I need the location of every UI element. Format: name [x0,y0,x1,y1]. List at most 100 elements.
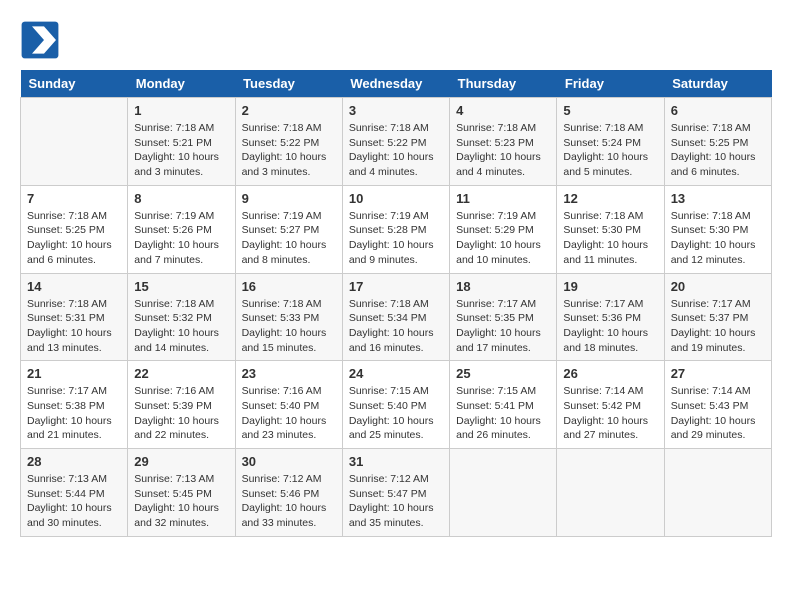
day-info: Sunrise: 7:19 AM Sunset: 5:28 PM Dayligh… [349,209,443,268]
day-number: 24 [349,366,443,381]
calendar-cell: 23 Sunrise: 7:16 AM Sunset: 5:40 PM Dayli… [235,361,342,449]
day-number: 14 [27,279,121,294]
week-row-1: 1 Sunrise: 7:18 AM Sunset: 5:21 PM Daylig… [21,98,772,186]
day-number: 25 [456,366,550,381]
calendar-cell: 5Sunrise: 7:18 AM Sunset: 5:24 PM Daylig… [557,98,664,186]
calendar-cell: 18Sunrise: 7:17 AM Sunset: 5:35 PM Dayli… [450,273,557,361]
calendar-cell: 25Sunrise: 7:15 AM Sunset: 5:41 PM Dayli… [450,361,557,449]
calendar-cell: 3 Sunrise: 7:18 AM Sunset: 5:22 PM Daylig… [342,98,449,186]
day-number: 30 [242,454,336,469]
day-info: Sunrise: 7:18 AM Sunset: 5:34 PM Dayligh… [349,297,443,356]
day-number: 8 [134,191,228,206]
calendar-cell: 2 Sunrise: 7:18 AM Sunset: 5:22 PM Daylig… [235,98,342,186]
calendar-cell: 22 Sunrise: 7:16 AM Sunset: 5:39 PM Dayli… [128,361,235,449]
week-row-5: 28 Sunrise: 7:13 AM Sunset: 5:44 PM Dayli… [21,449,772,537]
day-info: Sunrise: 7:13 AM Sunset: 5:44 PM Dayligh… [27,472,121,531]
weekday-header-friday: Friday [557,70,664,98]
day-number: 26 [563,366,657,381]
day-number: 23 [242,366,336,381]
day-number: 16 [242,279,336,294]
logo [20,20,62,60]
weekday-header-thursday: Thursday [450,70,557,98]
day-number: 22 [134,366,228,381]
day-info: Sunrise: 7:13 AM Sunset: 5:45 PM Dayligh… [134,472,228,531]
day-info: Sunrise: 7:17 AM Sunset: 5:36 PM Dayligh… [563,297,657,356]
weekday-header-monday: Monday [128,70,235,98]
calendar-cell: 28 Sunrise: 7:13 AM Sunset: 5:44 PM Dayli… [21,449,128,537]
day-info: Sunrise: 7:19 AM Sunset: 5:29 PM Dayligh… [456,209,550,268]
calendar-cell: 27Sunrise: 7:14 AM Sunset: 5:43 PM Dayli… [664,361,771,449]
logo-icon [20,20,60,60]
week-row-4: 21Sunrise: 7:17 AM Sunset: 5:38 PM Dayli… [21,361,772,449]
day-info: Sunrise: 7:18 AM Sunset: 5:25 PM Dayligh… [27,209,121,268]
weekday-header-tuesday: Tuesday [235,70,342,98]
day-number: 31 [349,454,443,469]
calendar-cell: 16 Sunrise: 7:18 AM Sunset: 5:33 PM Dayli… [235,273,342,361]
day-number: 4 [456,103,550,118]
calendar-header: SundayMondayTuesdayWednesdayThursdayFrid… [21,70,772,98]
day-info: Sunrise: 7:18 AM Sunset: 5:32 PM Dayligh… [134,297,228,356]
day-info: Sunrise: 7:18 AM Sunset: 5:31 PM Dayligh… [27,297,121,356]
day-info: Sunrise: 7:18 AM Sunset: 5:21 PM Dayligh… [134,121,228,180]
calendar-cell: 31 Sunrise: 7:12 AM Sunset: 5:47 PM Dayli… [342,449,449,537]
weekday-header-wednesday: Wednesday [342,70,449,98]
week-row-2: 7Sunrise: 7:18 AM Sunset: 5:25 PM Daylig… [21,185,772,273]
day-number: 15 [134,279,228,294]
day-number: 20 [671,279,765,294]
calendar-cell: 10 Sunrise: 7:19 AM Sunset: 5:28 PM Dayli… [342,185,449,273]
day-number: 2 [242,103,336,118]
day-info: Sunrise: 7:18 AM Sunset: 5:22 PM Dayligh… [242,121,336,180]
calendar-cell [21,98,128,186]
weekday-header-saturday: Saturday [664,70,771,98]
calendar-cell: 13Sunrise: 7:18 AM Sunset: 5:30 PM Dayli… [664,185,771,273]
day-info: Sunrise: 7:17 AM Sunset: 5:37 PM Dayligh… [671,297,765,356]
day-info: Sunrise: 7:18 AM Sunset: 5:30 PM Dayligh… [563,209,657,268]
day-info: Sunrise: 7:14 AM Sunset: 5:43 PM Dayligh… [671,384,765,443]
calendar-cell: 6 Sunrise: 7:18 AM Sunset: 5:25 PM Daylig… [664,98,771,186]
day-info: Sunrise: 7:18 AM Sunset: 5:23 PM Dayligh… [456,121,550,180]
calendar-cell: 24Sunrise: 7:15 AM Sunset: 5:40 PM Dayli… [342,361,449,449]
day-info: Sunrise: 7:19 AM Sunset: 5:27 PM Dayligh… [242,209,336,268]
calendar-cell: 29 Sunrise: 7:13 AM Sunset: 5:45 PM Dayli… [128,449,235,537]
day-number: 12 [563,191,657,206]
day-info: Sunrise: 7:12 AM Sunset: 5:47 PM Dayligh… [349,472,443,531]
day-number: 9 [242,191,336,206]
day-number: 1 [134,103,228,118]
calendar-cell: 7Sunrise: 7:18 AM Sunset: 5:25 PM Daylig… [21,185,128,273]
day-info: Sunrise: 7:18 AM Sunset: 5:30 PM Dayligh… [671,209,765,268]
calendar-table: SundayMondayTuesdayWednesdayThursdayFrid… [20,70,772,537]
day-info: Sunrise: 7:16 AM Sunset: 5:40 PM Dayligh… [242,384,336,443]
page-header [20,20,772,60]
calendar-cell: 4 Sunrise: 7:18 AM Sunset: 5:23 PM Daylig… [450,98,557,186]
calendar-cell: 21Sunrise: 7:17 AM Sunset: 5:38 PM Dayli… [21,361,128,449]
calendar-cell: 20 Sunrise: 7:17 AM Sunset: 5:37 PM Dayli… [664,273,771,361]
calendar-body: 1 Sunrise: 7:18 AM Sunset: 5:21 PM Daylig… [21,98,772,537]
day-number: 21 [27,366,121,381]
day-info: Sunrise: 7:18 AM Sunset: 5:25 PM Dayligh… [671,121,765,180]
calendar-cell: 19 Sunrise: 7:17 AM Sunset: 5:36 PM Dayli… [557,273,664,361]
day-number: 6 [671,103,765,118]
day-info: Sunrise: 7:18 AM Sunset: 5:22 PM Dayligh… [349,121,443,180]
day-number: 11 [456,191,550,206]
calendar-cell: 9 Sunrise: 7:19 AM Sunset: 5:27 PM Daylig… [235,185,342,273]
day-number: 28 [27,454,121,469]
calendar-cell: 8 Sunrise: 7:19 AM Sunset: 5:26 PM Daylig… [128,185,235,273]
calendar-cell: 14 Sunrise: 7:18 AM Sunset: 5:31 PM Dayli… [21,273,128,361]
day-info: Sunrise: 7:12 AM Sunset: 5:46 PM Dayligh… [242,472,336,531]
day-info: Sunrise: 7:14 AM Sunset: 5:42 PM Dayligh… [563,384,657,443]
week-row-3: 14 Sunrise: 7:18 AM Sunset: 5:31 PM Dayli… [21,273,772,361]
day-number: 29 [134,454,228,469]
calendar-cell: 11 Sunrise: 7:19 AM Sunset: 5:29 PM Dayli… [450,185,557,273]
day-info: Sunrise: 7:19 AM Sunset: 5:26 PM Dayligh… [134,209,228,268]
day-number: 19 [563,279,657,294]
day-number: 3 [349,103,443,118]
calendar-cell: 26 Sunrise: 7:14 AM Sunset: 5:42 PM Dayli… [557,361,664,449]
weekday-header-row: SundayMondayTuesdayWednesdayThursdayFrid… [21,70,772,98]
calendar-cell: 1 Sunrise: 7:18 AM Sunset: 5:21 PM Daylig… [128,98,235,186]
day-info: Sunrise: 7:16 AM Sunset: 5:39 PM Dayligh… [134,384,228,443]
day-number: 17 [349,279,443,294]
day-info: Sunrise: 7:18 AM Sunset: 5:24 PM Dayligh… [563,121,657,180]
day-info: Sunrise: 7:18 AM Sunset: 5:33 PM Dayligh… [242,297,336,356]
day-number: 10 [349,191,443,206]
calendar-cell: 15 Sunrise: 7:18 AM Sunset: 5:32 PM Dayli… [128,273,235,361]
